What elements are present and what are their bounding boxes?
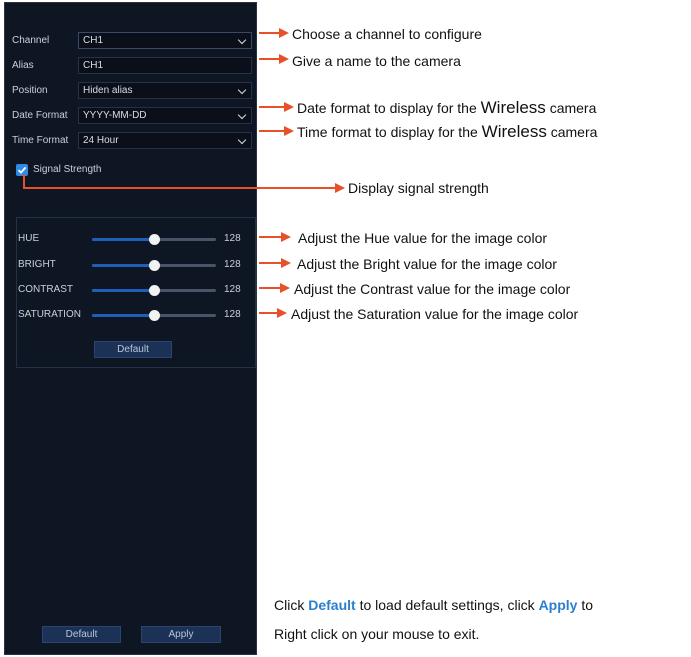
date-format-label: Date Format	[12, 110, 68, 121]
note-footer-to: to	[577, 597, 594, 613]
note-channel: Choose a channel to configure	[292, 26, 482, 42]
bright-slider-knob[interactable]	[149, 260, 160, 271]
note-time-format-post: camera	[546, 124, 598, 140]
chevron-down-icon	[237, 135, 247, 145]
note-footer-default: Default	[308, 597, 356, 613]
note-alias: Give a name to the camera	[292, 53, 461, 69]
alias-value: CH1	[83, 60, 104, 71]
note-signal-strength: Display signal strength	[348, 180, 489, 196]
note-time-format: Time format to display for the Wireless …	[297, 122, 597, 142]
bright-slider-fill	[92, 264, 154, 267]
channel-value: CH1	[83, 35, 104, 46]
position-select[interactable]: Hiden alias	[78, 82, 252, 99]
hue-value: 128	[224, 233, 241, 244]
image-default-button[interactable]: Default	[94, 341, 172, 358]
time-format-value: 24 Hour	[83, 135, 119, 146]
date-format-value: YYYY-MM-DD	[83, 110, 147, 121]
time-format-select[interactable]: 24 Hour	[78, 132, 252, 149]
note-time-format-wireless: Wireless	[481, 122, 547, 141]
note-footer-line1: Click Default to load default settings, …	[274, 597, 593, 613]
arrow-right-icon	[23, 181, 345, 195]
hue-slider-knob[interactable]	[149, 234, 160, 245]
note-hue: Adjust the Hue value for the image color	[298, 230, 548, 246]
contrast-label: CONTRAST	[18, 284, 73, 295]
note-time-format-pre: Time format to display for the	[297, 124, 482, 140]
bright-value: 128	[224, 259, 241, 270]
arrow-right-icon	[259, 52, 289, 66]
signal-strength-checkbox[interactable]	[16, 164, 28, 176]
contrast-slider-knob[interactable]	[149, 285, 160, 296]
arrow-right-icon	[259, 100, 294, 114]
date-format-select[interactable]: YYYY-MM-DD	[78, 107, 252, 124]
position-label: Position	[12, 85, 48, 96]
position-value: Hiden alias	[83, 85, 133, 96]
saturation-value: 128	[224, 309, 241, 320]
time-format-label: Time Format	[12, 135, 69, 146]
check-icon	[17, 166, 27, 174]
settings-panel: Channel CH1 Alias CH1 Position Hiden ali…	[4, 2, 257, 655]
note-contrast: Adjust the Contrast value for the image …	[294, 281, 571, 297]
note-date-format-pre: Date format to display for the	[297, 100, 481, 116]
note-footer-click: Click	[274, 597, 309, 613]
arrow-right-icon	[259, 306, 287, 320]
hue-label: HUE	[18, 233, 40, 244]
alias-label: Alias	[12, 60, 34, 71]
note-footer-apply: Apply	[538, 597, 578, 613]
chevron-down-icon	[237, 35, 247, 45]
note-date-format: Date format to display for the Wireless …	[297, 98, 596, 118]
channel-select[interactable]: CH1	[78, 32, 252, 49]
saturation-slider-fill	[92, 314, 154, 317]
signal-strength-label: Signal Strength	[33, 164, 102, 175]
contrast-value: 128	[224, 284, 241, 295]
chevron-down-icon	[237, 110, 247, 120]
saturation-label: SATURATION	[18, 309, 81, 320]
note-date-format-post: camera	[545, 100, 597, 116]
saturation-slider-knob[interactable]	[149, 310, 160, 321]
alias-input[interactable]: CH1	[78, 57, 252, 74]
bright-label: BRIGHT	[18, 259, 56, 270]
apply-button[interactable]: Apply	[141, 626, 221, 643]
arrow-right-icon	[259, 256, 291, 270]
default-button[interactable]: Default	[42, 626, 121, 643]
chevron-down-icon	[237, 85, 247, 95]
note-footer-middle: to load default settings, click	[355, 597, 539, 613]
hue-slider-fill	[92, 238, 154, 241]
note-date-format-wireless: Wireless	[480, 98, 546, 117]
arrow-right-icon	[259, 281, 290, 295]
note-saturation: Adjust the Saturation value for the imag…	[291, 306, 579, 322]
arrow-right-icon	[259, 26, 289, 40]
contrast-slider-fill	[92, 289, 154, 292]
note-bright: Adjust the Bright value for the image co…	[297, 256, 557, 272]
arrow-right-icon	[259, 230, 291, 244]
note-footer-line2: Right click on your mouse to exit.	[274, 626, 480, 642]
arrow-right-icon	[259, 124, 294, 138]
channel-label: Channel	[12, 35, 50, 46]
